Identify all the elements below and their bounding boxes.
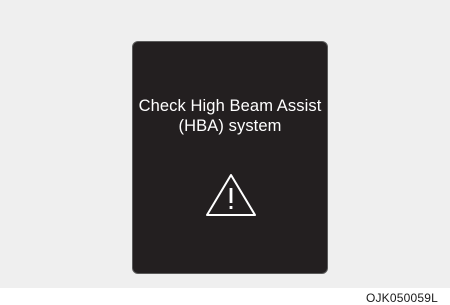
warning-message-line2: (HBA) system: [178, 117, 282, 135]
warning-message: Check High Beam Assist (HBA) system: [133, 96, 327, 136]
warning-message-line1: Check High Beam Assist: [138, 97, 322, 115]
cluster-warning-display: Check High Beam Assist (HBA) system: [132, 41, 328, 274]
figure-background: Check High Beam Assist (HBA) system: [0, 0, 450, 288]
figure-code: OJK050059L: [365, 291, 438, 305]
warning-triangle-icon: [206, 174, 256, 216]
